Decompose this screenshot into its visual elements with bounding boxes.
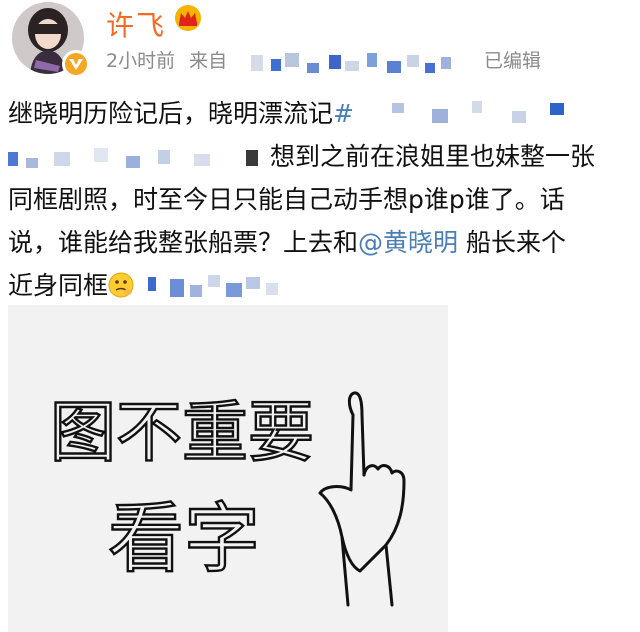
post-time[interactable]: 2小时前 [106,50,175,72]
source-redacted [247,51,457,73]
handwriting-image: 图不重要 看字 [8,305,448,632]
post-text-line-4: 说，谁能给我整张船票？上去和@黄晓明 船长来个 [8,228,566,257]
hashtag-redacted[interactable] [362,101,582,129]
post-text-line-5: 近身同框 [8,264,638,307]
post-text-line-2: 想到之前在浪姐里也妹整一张 [8,135,638,178]
post-content: 继晓明历险记后，晓明漂流记# 想到之前在浪姐里也妹整一张 同框剧照，时至今日只能… [8,92,638,307]
crown-icon[interactable] [172,4,204,32]
handwriting-line-2: 看字 [108,494,260,583]
hashtag-link[interactable]: # [333,99,354,128]
mention-link[interactable]: @黄晓明 [358,228,458,257]
post-text-line-3: 同框剧照，时至今日只能自己动手想p谁p谁了。话 [8,185,565,214]
thinking-face-emoji-icon [108,268,134,298]
post-image[interactable]: 图不重要 看字 [8,305,448,632]
handwriting-line-1: 图不重要 [50,394,314,471]
edited-label: 已编辑 [484,50,542,72]
post-header: 许飞 2小时前 来自 已编辑 [0,0,640,90]
verified-badge-icon [62,50,90,78]
link-redacted[interactable] [142,273,292,301]
author-name[interactable]: 许飞 [106,4,166,44]
hashtag-redacted-cont[interactable] [8,144,262,172]
source-prefix: 来自 [189,50,228,72]
post-meta: 2小时前 来自 [106,46,471,73]
post-text-line-1: 继晓明历险记后，晓明漂流记# [8,92,638,135]
